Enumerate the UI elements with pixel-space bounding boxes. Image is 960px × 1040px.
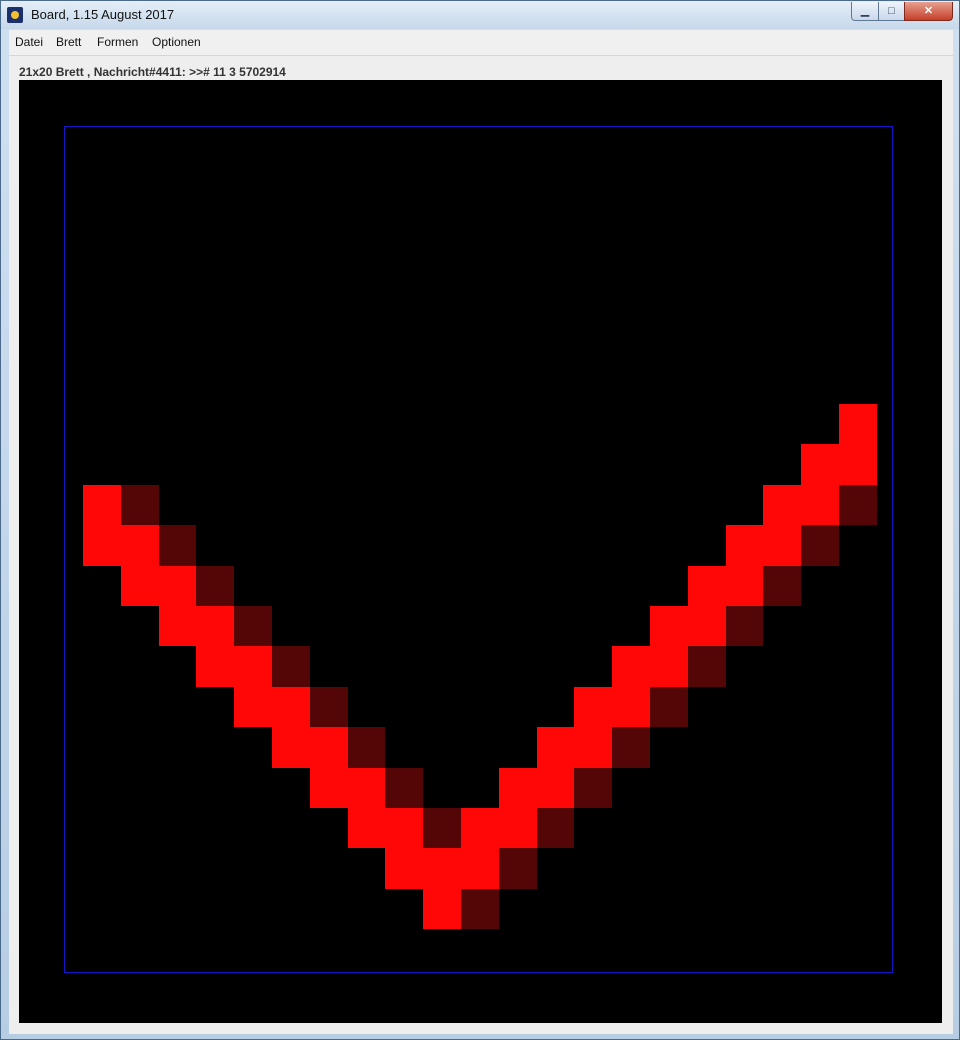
board-cell-bright[interactable] (310, 727, 348, 768)
board-cell-bright[interactable] (461, 848, 499, 889)
maximize-icon: □ (888, 5, 895, 17)
board-cell-bright[interactable] (839, 444, 877, 485)
board-cell-dark[interactable] (461, 889, 499, 929)
minimize-button[interactable]: ▁ (851, 2, 879, 21)
board-cell-bright[interactable] (612, 646, 650, 687)
board-cell-bright[interactable] (121, 525, 159, 566)
window-title: Board, 1.15 August 2017 (31, 7, 175, 22)
board-cell-bright[interactable] (234, 646, 272, 687)
menu-formen[interactable]: Formen (97, 35, 138, 49)
board-cell-bright[interactable] (385, 848, 423, 889)
board-cell-dark[interactable] (234, 606, 272, 646)
close-icon: ✕ (923, 5, 934, 17)
close-button[interactable]: ✕ (904, 2, 953, 21)
app-window: Board, 1.15 August 2017 ▁ □ ✕ Datei Bret… (0, 0, 960, 1040)
content-area: 21x20 Brett , Nachricht#4411: >># 11 3 5… (9, 56, 953, 1034)
board-cell-bright[interactable] (348, 768, 385, 808)
menu-bar: Datei Brett Formen Optionen (9, 30, 953, 56)
board-cell-dark[interactable] (801, 525, 839, 566)
board-cell-bright[interactable] (272, 727, 310, 768)
board-cell-bright[interactable] (763, 485, 801, 525)
board-cell-bright[interactable] (688, 566, 726, 606)
board-cell-bright[interactable] (385, 808, 423, 848)
board-cell-bright[interactable] (574, 687, 612, 727)
menu-optionen[interactable]: Optionen (152, 35, 201, 49)
board-cell-bright[interactable] (159, 606, 196, 646)
board-cell-dark[interactable] (763, 566, 801, 606)
board-cell-bright[interactable] (159, 566, 196, 606)
title-bar[interactable]: Board, 1.15 August 2017 ▁ □ ✕ (1, 1, 959, 29)
board-cell-bright[interactable] (537, 727, 574, 768)
board-cell-dark[interactable] (726, 606, 763, 646)
menu-brett[interactable]: Brett (56, 35, 81, 49)
board-cell-dark[interactable] (574, 768, 612, 808)
board-cell-bright[interactable] (650, 646, 688, 687)
board-cell-dark[interactable] (650, 687, 688, 727)
board-cell-bright[interactable] (574, 727, 612, 768)
board-cell-dark[interactable] (159, 525, 196, 566)
board-cell-bright[interactable] (310, 768, 348, 808)
board-cell-bright[interactable] (537, 768, 574, 808)
board-cell-dark[interactable] (537, 808, 574, 848)
board-cell-bright[interactable] (612, 687, 650, 727)
board-cell-bright[interactable] (499, 808, 537, 848)
board-cell-dark[interactable] (688, 646, 726, 687)
board-cell-bright[interactable] (801, 485, 839, 525)
maximize-button[interactable]: □ (878, 2, 905, 21)
board-cell-bright[interactable] (423, 848, 461, 889)
board-cell-bright[interactable] (801, 444, 839, 485)
board-cell-dark[interactable] (272, 646, 310, 687)
menu-datei[interactable]: Datei (15, 35, 43, 49)
board-cell-bright[interactable] (348, 808, 385, 848)
board-cell-bright[interactable] (726, 525, 763, 566)
board-cell-dark[interactable] (839, 485, 877, 525)
board-cell-bright[interactable] (196, 646, 234, 687)
board-cell-dark[interactable] (121, 485, 159, 525)
board-cell-bright[interactable] (272, 687, 310, 727)
board-cell-bright[interactable] (839, 404, 877, 444)
app-icon (7, 7, 23, 23)
board-cell-bright[interactable] (650, 606, 688, 646)
board-cell-bright[interactable] (726, 566, 763, 606)
board-cell-bright[interactable] (83, 485, 121, 525)
board-canvas[interactable] (19, 80, 942, 1023)
board-cell-dark[interactable] (423, 808, 461, 848)
board-cell-bright[interactable] (461, 808, 499, 848)
board-cell-bright[interactable] (423, 889, 461, 929)
board-cell-dark[interactable] (385, 768, 423, 808)
board-cell-bright[interactable] (688, 606, 726, 646)
board-cell-dark[interactable] (499, 848, 537, 889)
board-cell-bright[interactable] (234, 687, 272, 727)
status-message: 21x20 Brett , Nachricht#4411: >># 11 3 5… (19, 65, 286, 79)
board-cell-bright[interactable] (499, 768, 537, 808)
board-cell-dark[interactable] (310, 687, 348, 727)
board-cell-bright[interactable] (196, 606, 234, 646)
board-cell-dark[interactable] (612, 727, 650, 768)
minimize-icon: ▁ (860, 5, 870, 17)
board-cell-dark[interactable] (196, 566, 234, 606)
board-cell-bright[interactable] (121, 566, 159, 606)
board-cell-bright[interactable] (83, 525, 121, 566)
board-cell-dark[interactable] (348, 727, 385, 768)
board-cell-bright[interactable] (763, 525, 801, 566)
